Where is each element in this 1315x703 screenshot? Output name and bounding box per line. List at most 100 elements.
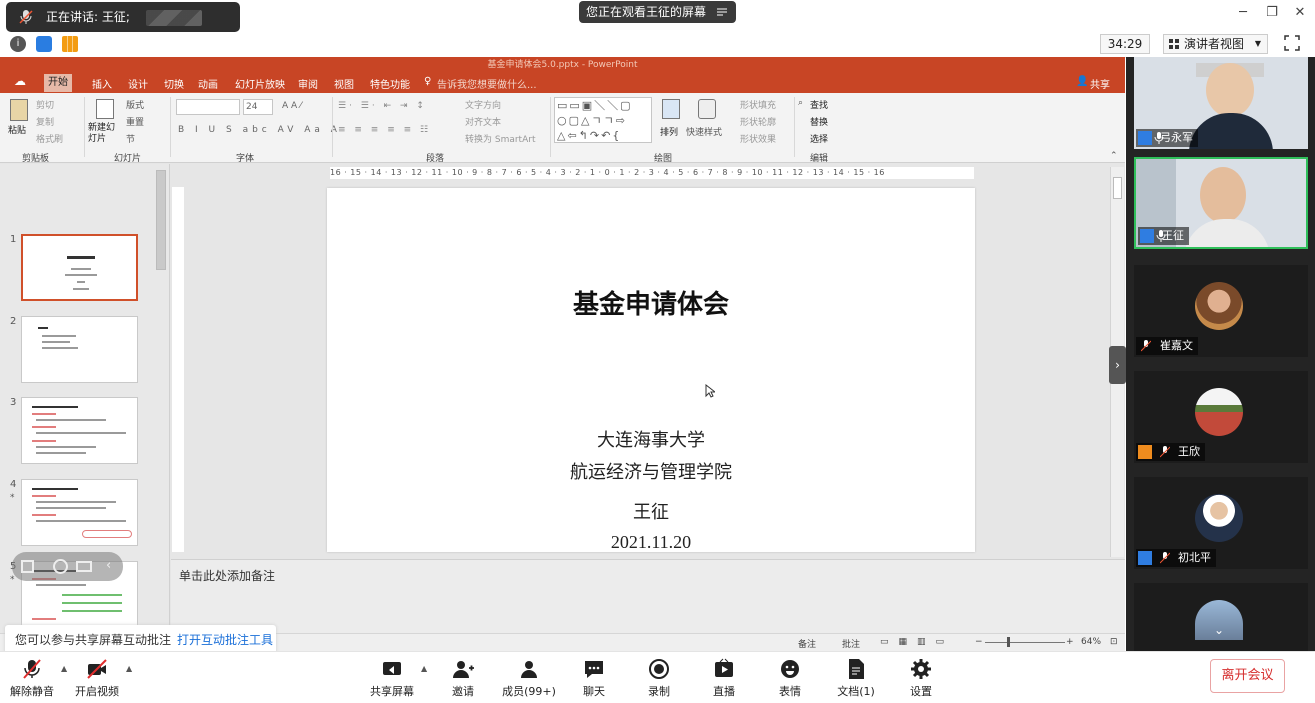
scroll-thumb[interactable] bbox=[1113, 177, 1122, 199]
collapse-ribbon-icon[interactable]: ⌃ bbox=[1110, 151, 1118, 161]
tab-transitions[interactable]: 切换 bbox=[164, 76, 184, 91]
copy-button[interactable]: 复制 bbox=[36, 115, 54, 128]
video-tile-active-speaker[interactable]: 王征 bbox=[1134, 157, 1308, 249]
fit-slide-icon[interactable]: ⊡ bbox=[1110, 637, 1118, 647]
tab-review[interactable]: 审阅 bbox=[298, 76, 318, 91]
docs-button[interactable]: 文档(1) bbox=[824, 655, 888, 701]
view-mode-select[interactable]: 演讲者视图 ▼ bbox=[1163, 34, 1268, 54]
fullscreen-icon[interactable] bbox=[1284, 35, 1300, 51]
paste-button[interactable]: 粘贴 bbox=[8, 123, 26, 136]
replace-button[interactable]: 替换 bbox=[810, 115, 828, 128]
search-icon[interactable]: ⌕ bbox=[798, 98, 803, 108]
mic-muted-icon bbox=[19, 10, 33, 24]
zoom-slider[interactable] bbox=[985, 642, 1065, 643]
tell-me-box[interactable]: 告诉我您想要做什么... bbox=[437, 76, 537, 91]
tab-slideshow[interactable]: 幻灯片放映 bbox=[235, 76, 285, 91]
info-icon[interactable]: i bbox=[10, 36, 26, 52]
align-icons[interactable]: ≡ ≡ ≡ ≡ ≡ ☷ bbox=[338, 125, 431, 135]
zoom-in-icon[interactable]: + bbox=[1066, 637, 1074, 647]
notes-pane[interactable]: 单击此处添加备注 bbox=[171, 559, 1125, 633]
open-annotation-link[interactable]: 打开互动批注工具 bbox=[177, 633, 273, 647]
slide-thumbnail-3[interactable] bbox=[21, 397, 138, 464]
zoom-slider-handle[interactable] bbox=[1007, 637, 1010, 647]
restore-icon[interactable]: ❐ bbox=[1265, 6, 1279, 20]
menu-icon[interactable] bbox=[716, 6, 728, 18]
shape-outline-button[interactable]: 形状轮廓 bbox=[740, 115, 776, 128]
zoom-out-icon[interactable]: − bbox=[975, 637, 983, 647]
quick-styles-icon[interactable] bbox=[698, 99, 716, 119]
start-video-button[interactable]: 开启视频 bbox=[65, 655, 129, 701]
quick-styles-button[interactable]: 快速样式 bbox=[686, 125, 722, 138]
shape-fill-button[interactable]: 形状填充 bbox=[740, 98, 776, 111]
font-name-input[interactable] bbox=[176, 99, 240, 115]
font-grow-icon[interactable]: A A ⁄ bbox=[282, 101, 302, 111]
chevron-down-icon[interactable]: ⌄ bbox=[1214, 623, 1224, 637]
shield-icon[interactable] bbox=[36, 36, 52, 52]
new-slide-icon[interactable] bbox=[96, 99, 114, 119]
shapes-gallery[interactable]: ▭▭▣＼＼▢ ○▢△ㄱㄱ⇨ △⇦↰↷↶{ bbox=[554, 97, 652, 143]
tab-insert[interactable]: 插入 bbox=[92, 76, 112, 91]
signal-icon[interactable] bbox=[62, 36, 78, 52]
share-button[interactable]: 共享 bbox=[1090, 76, 1110, 91]
chevron-up-icon[interactable]: ▲ bbox=[126, 664, 132, 673]
list-icons[interactable]: ☰· ☰· ⇤ ⇥ ↕ bbox=[338, 101, 427, 111]
text-direction-button[interactable]: 文字方向 bbox=[465, 98, 501, 111]
reactions-button[interactable]: 表情 bbox=[758, 655, 822, 701]
shape-effects-button[interactable]: 形状效果 bbox=[740, 132, 776, 145]
collapse-panel-button[interactable]: › bbox=[1109, 346, 1126, 384]
tab-animations[interactable]: 动画 bbox=[198, 76, 218, 91]
comments-toggle[interactable]: 批注 bbox=[842, 637, 860, 650]
hint-text: 您可以参与共享屏幕互动批注 bbox=[15, 633, 172, 647]
settings-button[interactable]: 设置 bbox=[889, 655, 953, 701]
font-style-icons[interactable]: B I U S abc AV Aa A bbox=[178, 125, 341, 135]
thumbnail-scrollbar[interactable] bbox=[156, 170, 166, 270]
slide-thumbnail-2[interactable] bbox=[21, 316, 138, 383]
share-screen-button[interactable]: 共享屏幕 bbox=[360, 655, 424, 701]
tab-home[interactable]: 开始 bbox=[44, 74, 72, 92]
reset-button[interactable]: 重置 bbox=[126, 115, 144, 128]
video-tile[interactable]: ⌄ bbox=[1134, 583, 1308, 651]
leave-meeting-button[interactable]: 离开会议 bbox=[1210, 659, 1285, 693]
font-size-input[interactable]: 24 bbox=[243, 99, 273, 115]
chevron-up-icon[interactable]: ▲ bbox=[421, 664, 427, 673]
format-painter-button[interactable]: 格式刷 bbox=[36, 132, 63, 145]
video-tile[interactable]: 崔嘉文 bbox=[1134, 265, 1308, 357]
layout-button[interactable]: 版式 bbox=[126, 98, 144, 111]
live-button[interactable]: 直播 bbox=[692, 655, 756, 701]
watching-banner[interactable]: 您正在观看王征的屏幕 bbox=[579, 1, 736, 23]
annotation-floating-bar[interactable]: ‹ bbox=[12, 552, 123, 581]
view-buttons[interactable]: ▭▦▥▭ bbox=[880, 637, 954, 647]
minimize-icon[interactable]: ─ bbox=[1236, 6, 1250, 20]
record-button[interactable]: 录制 bbox=[627, 655, 691, 701]
new-slide-button[interactable]: 新建幻灯片 bbox=[88, 123, 122, 145]
slide-thumbnail-4[interactable] bbox=[21, 479, 138, 546]
section-button[interactable]: 节 bbox=[126, 132, 135, 145]
slide-thumbnail-1[interactable] bbox=[21, 234, 138, 301]
smartart-button[interactable]: 转换为 SmartArt bbox=[465, 132, 535, 145]
tab-view[interactable]: 视图 bbox=[334, 76, 354, 91]
close-icon[interactable]: ✕ bbox=[1293, 6, 1307, 20]
arrange-icon[interactable] bbox=[662, 99, 680, 119]
grid-icon[interactable] bbox=[21, 560, 34, 573]
tab-design[interactable]: 设计 bbox=[128, 76, 148, 91]
zoom-level[interactable]: 64% bbox=[1081, 637, 1101, 647]
notes-toggle[interactable]: 备注 bbox=[798, 637, 816, 650]
unmute-button[interactable]: 解除静音 bbox=[0, 655, 64, 701]
chat-icon[interactable] bbox=[76, 561, 92, 572]
chat-button[interactable]: 聊天 bbox=[562, 655, 626, 701]
select-button[interactable]: 选择 bbox=[810, 132, 828, 145]
cut-button[interactable]: 剪切 bbox=[36, 98, 54, 111]
video-tile[interactable]: 弓永军 bbox=[1134, 57, 1308, 149]
invite-button[interactable]: 邀请 bbox=[431, 655, 495, 701]
find-button[interactable]: 查找 bbox=[810, 98, 828, 111]
current-slide[interactable]: 基金申请体会 大连海事大学 航运经济与管理学院 王征 2021.11.20 bbox=[327, 188, 975, 552]
align-text-button[interactable]: 对齐文本 bbox=[465, 115, 501, 128]
video-tile[interactable]: 初北平 bbox=[1134, 477, 1308, 569]
paste-icon[interactable] bbox=[10, 99, 28, 121]
members-button[interactable]: 成员(99+) bbox=[497, 655, 561, 701]
arrange-button[interactable]: 排列 bbox=[660, 125, 678, 138]
chevron-left-icon[interactable]: ‹ bbox=[106, 558, 111, 573]
emoji-icon[interactable] bbox=[53, 559, 68, 574]
tab-features[interactable]: 特色功能 bbox=[370, 76, 410, 91]
video-tile[interactable]: 王欣 bbox=[1134, 371, 1308, 463]
